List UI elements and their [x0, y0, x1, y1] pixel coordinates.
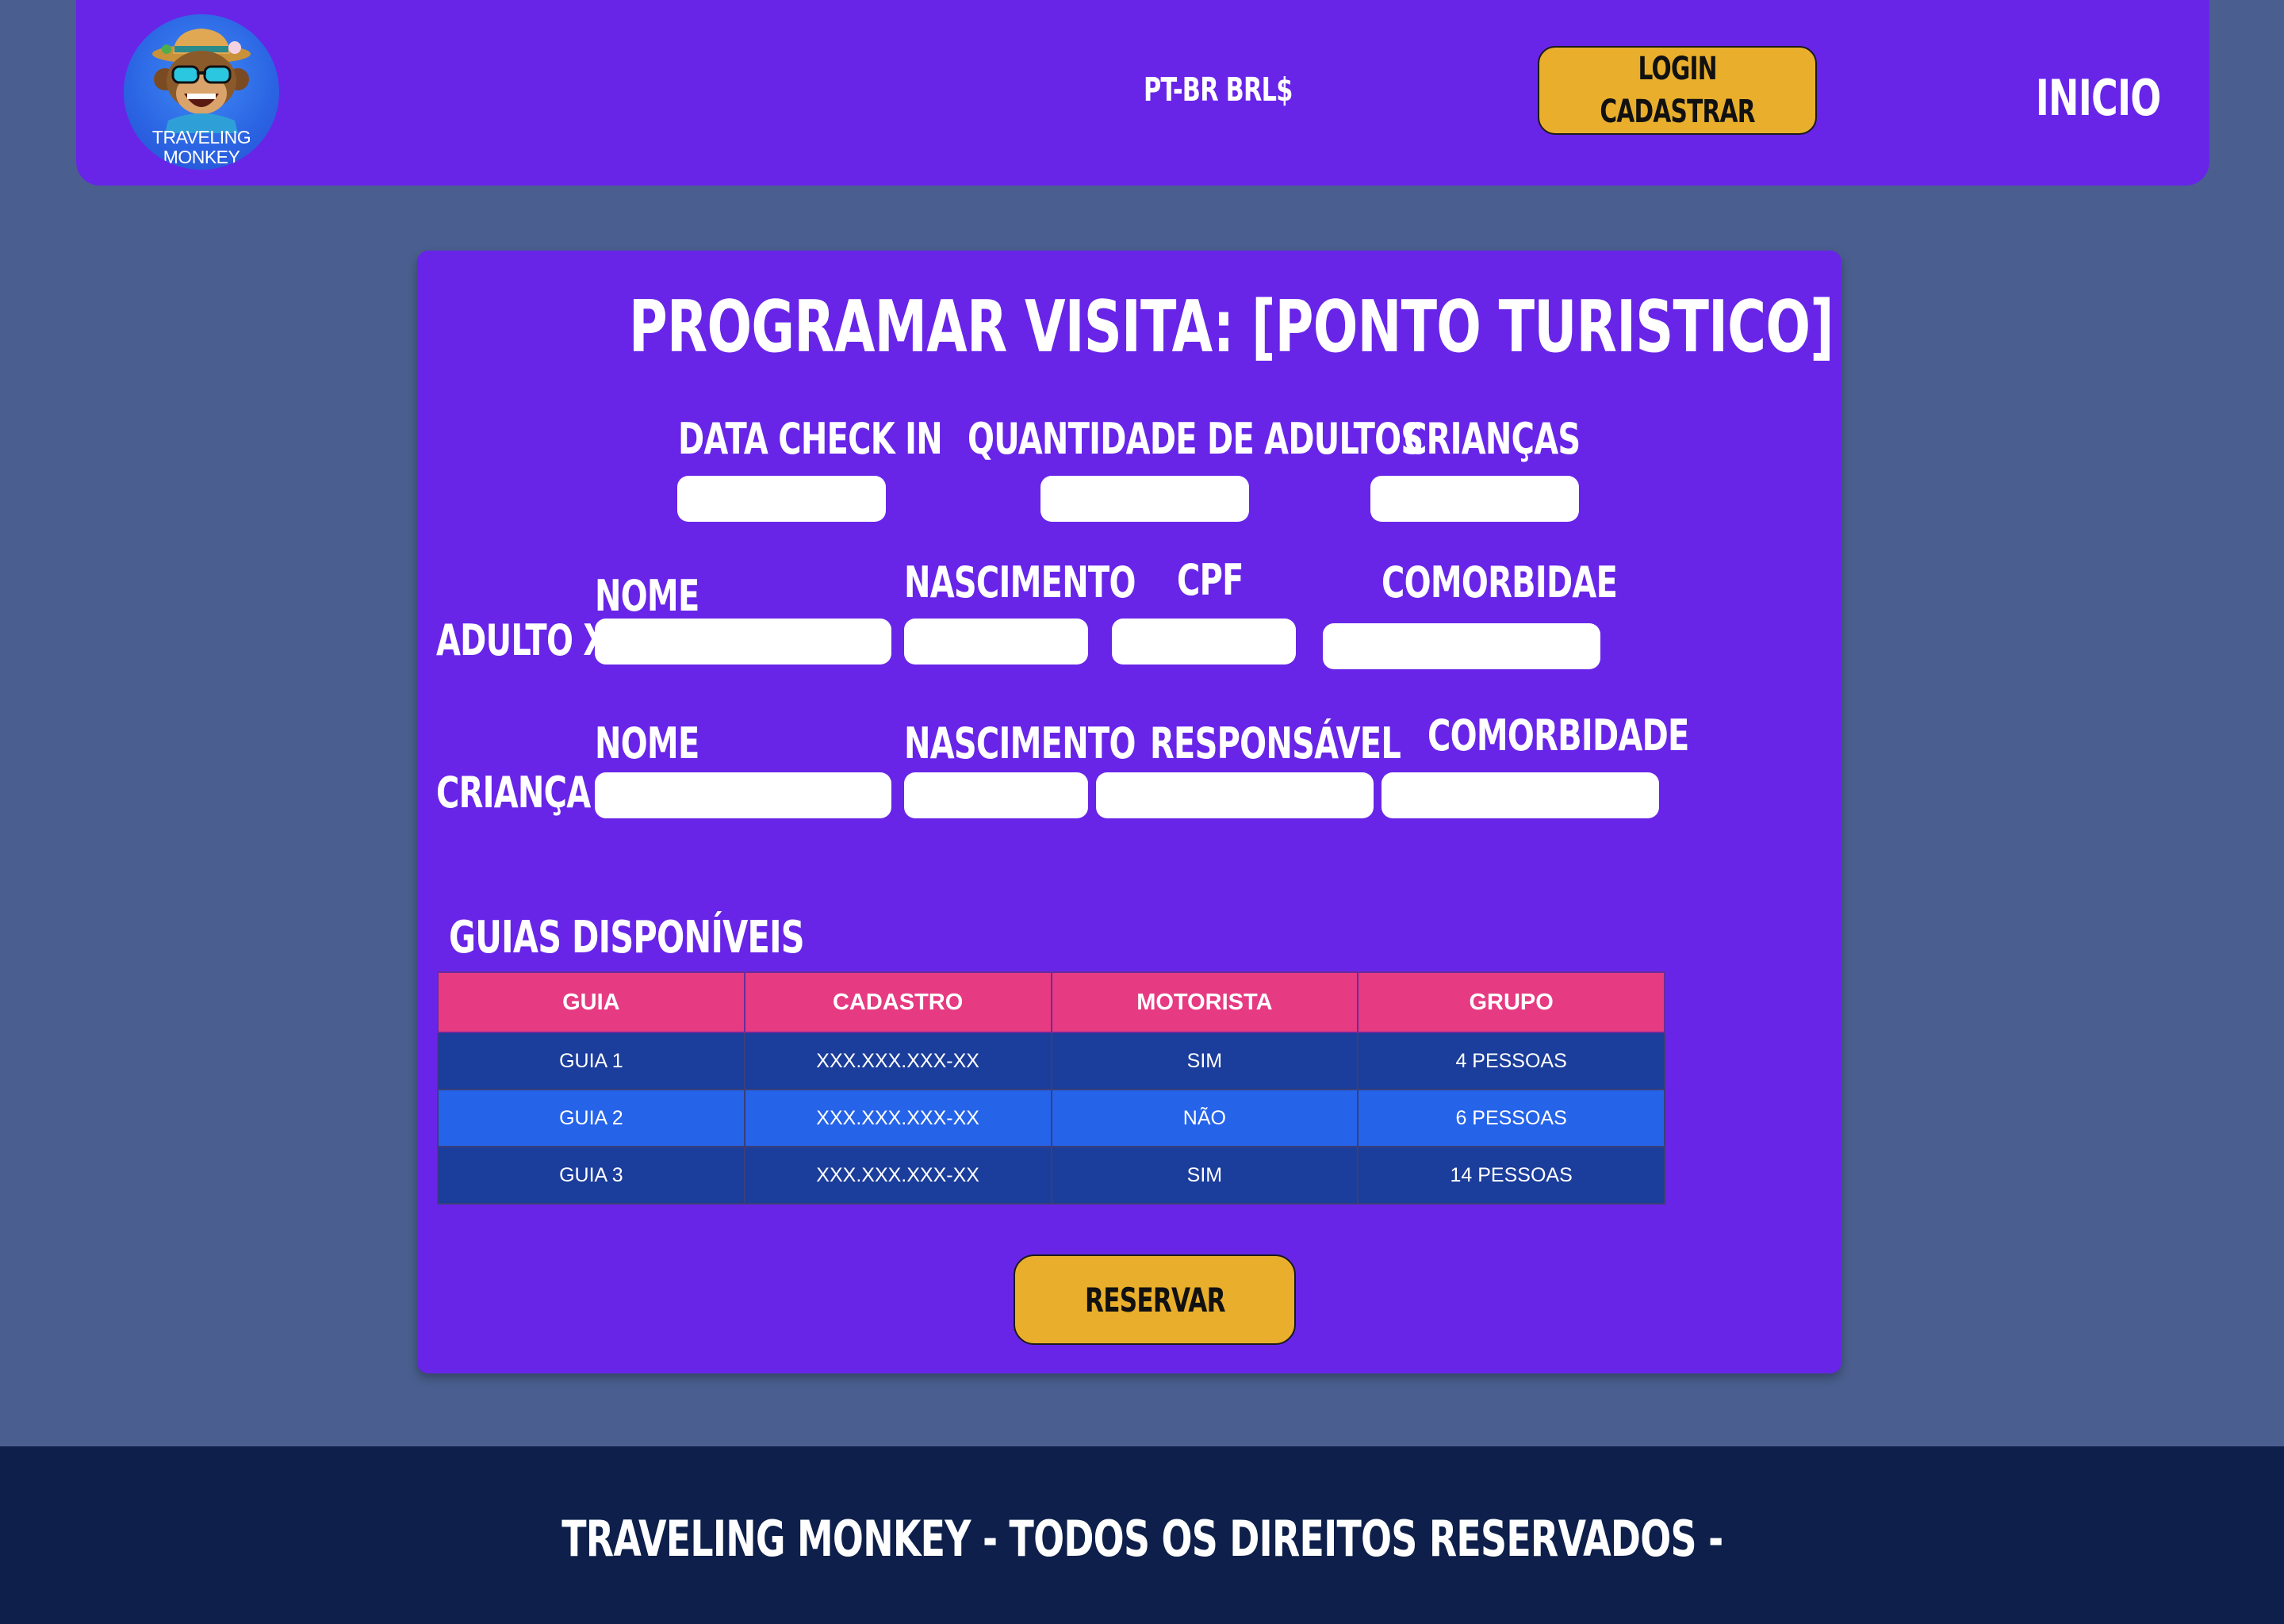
child-name-field[interactable]: [595, 772, 891, 818]
footer-text-wrap: TRAVELING MONKEY - TODOS OS DIREITOS RES…: [0, 1510, 2284, 1568]
login-signup-button[interactable]: LOGIN CADASTRAR: [1538, 46, 1817, 135]
registration-cell: XXX.XXX.XXX-XX: [743, 1032, 1052, 1090]
children-qty-field[interactable]: [1370, 476, 1579, 522]
col-header-driver[interactable]: MOTORISTA: [1050, 971, 1359, 1033]
registration-cell: XXX.XXX.XXX-XX: [743, 1146, 1052, 1205]
child-guardian-field[interactable]: [1096, 772, 1374, 818]
adult-cpf-field[interactable]: [1112, 619, 1296, 665]
group-cell: 14 PESSOAS: [1357, 1146, 1665, 1205]
checkin-label: DATA CHECK IN: [678, 414, 943, 464]
adult-comorbidity-label: COMORBIDAE: [1382, 557, 1618, 607]
child-guardian-label: RESPONSÁVEL: [1150, 718, 1401, 768]
group-cell: 6 PESSOAS: [1357, 1089, 1665, 1147]
child-comorbidity-field[interactable]: [1382, 772, 1659, 818]
guide-name-cell: GUIA 3: [437, 1146, 745, 1205]
page-title-wrap: PROGRAMAR VISITA: [PONTO TURISTICO]: [417, 285, 1841, 369]
logo-text-line2: MONKEY: [163, 147, 240, 167]
table-row[interactable]: GUIA 1 XXX.XXX.XXX-XX SIM 4 PESSOAS: [437, 1032, 1665, 1090]
adults-qty-label: QUANTIDADE DE ADULTOS: [968, 414, 1424, 464]
driver-cell: NÃO: [1050, 1089, 1359, 1147]
guides-title-wrap: GUIAS DISPONÍVEIS: [449, 912, 929, 963]
child-comorbidity-label: COMORBIDADE: [1428, 710, 1689, 760]
table-header-row: GUIA CADASTRO MOTORISTA GRUPO: [437, 971, 1665, 1033]
child-comorbidity-label-wrap: COMORBIDADE: [1428, 710, 1780, 760]
driver-cell: SIM: [1050, 1032, 1359, 1090]
locale-label: PT-BR BRL$: [1144, 71, 1293, 109]
child-name-label: NOME: [595, 718, 699, 768]
children-label-wrap: CRIANÇAS: [1404, 414, 1642, 464]
nav-home-link[interactable]: INICIO: [2003, 68, 2194, 127]
top-header: TRAVELING MONKEY PT-BR BRL$ LOGIN CADAST…: [76, 0, 2209, 186]
footer-copyright: TRAVELING MONKEY - TODOS OS DIREITOS RES…: [561, 1510, 1723, 1568]
adult-comorbidity-field[interactable]: [1323, 623, 1600, 669]
traveling-monkey-logo[interactable]: TRAVELING MONKEY: [124, 14, 279, 170]
page-footer: TRAVELING MONKEY - TODOS OS DIREITOS RES…: [0, 1446, 2284, 1624]
adult-comorbidity-label-wrap: COMORBIDAE: [1382, 557, 1700, 607]
adult-cpf-label: CPF: [1177, 555, 1244, 605]
locale-currency-selector[interactable]: PT-BR BRL$: [1139, 70, 1297, 109]
adult-name-label: NOME: [595, 571, 699, 621]
child-name-label-wrap: NOME: [595, 718, 736, 768]
child-birth-label: NASCIMENTO: [904, 718, 1136, 768]
login-label: LOGIN: [1638, 51, 1717, 87]
children-label: CRIANÇAS: [1404, 414, 1581, 464]
table-row[interactable]: GUIA 3 XXX.XXX.XXX-XX SIM 14 PESSOAS: [437, 1146, 1665, 1205]
registration-cell: XXX.XXX.XXX-XX: [743, 1089, 1052, 1147]
guide-name-cell: GUIA 1: [437, 1032, 745, 1090]
nav-home-label: INICIO: [2036, 68, 2162, 127]
checkin-date-field[interactable]: [677, 476, 886, 522]
guide-name-cell: GUIA 2: [437, 1089, 745, 1147]
col-header-registration[interactable]: CADASTRO: [743, 971, 1052, 1033]
adults-qty-field[interactable]: [1040, 476, 1249, 522]
reserve-button-label: RESERVAR: [1084, 1280, 1225, 1320]
adult-name-label-wrap: NOME: [595, 571, 736, 621]
reserve-button[interactable]: RESERVAR: [1014, 1254, 1296, 1345]
adult-birth-label: NASCIMENTO: [904, 557, 1136, 607]
adult-cpf-label-wrap: CPF: [1177, 555, 1267, 605]
adult-birth-label-wrap: NASCIMENTO: [904, 557, 1217, 607]
table-row[interactable]: GUIA 2 XXX.XXX.XXX-XX NÃO 6 PESSOAS: [437, 1089, 1665, 1147]
child-birth-field[interactable]: [904, 772, 1088, 818]
adult-row-label: ADULTO X: [436, 615, 607, 665]
adult-name-field[interactable]: [595, 619, 891, 665]
col-header-group[interactable]: GRUPO: [1357, 971, 1665, 1033]
driver-cell: SIM: [1050, 1146, 1359, 1205]
adult-birth-field[interactable]: [904, 619, 1088, 665]
guides-title: GUIAS DISPONÍVEIS: [449, 912, 805, 963]
guides-table: GUIA CADASTRO MOTORISTA GRUPO GUIA 1 XXX…: [437, 971, 1665, 1205]
logo-text-line1: TRAVELING: [151, 127, 251, 147]
signup-label: CADASTRAR: [1600, 94, 1755, 130]
group-cell: 4 PESSOAS: [1357, 1032, 1665, 1090]
col-header-guide[interactable]: GUIA: [437, 971, 745, 1033]
page-title: PROGRAMAR VISITA: [PONTO TURISTICO]: [628, 285, 1834, 369]
